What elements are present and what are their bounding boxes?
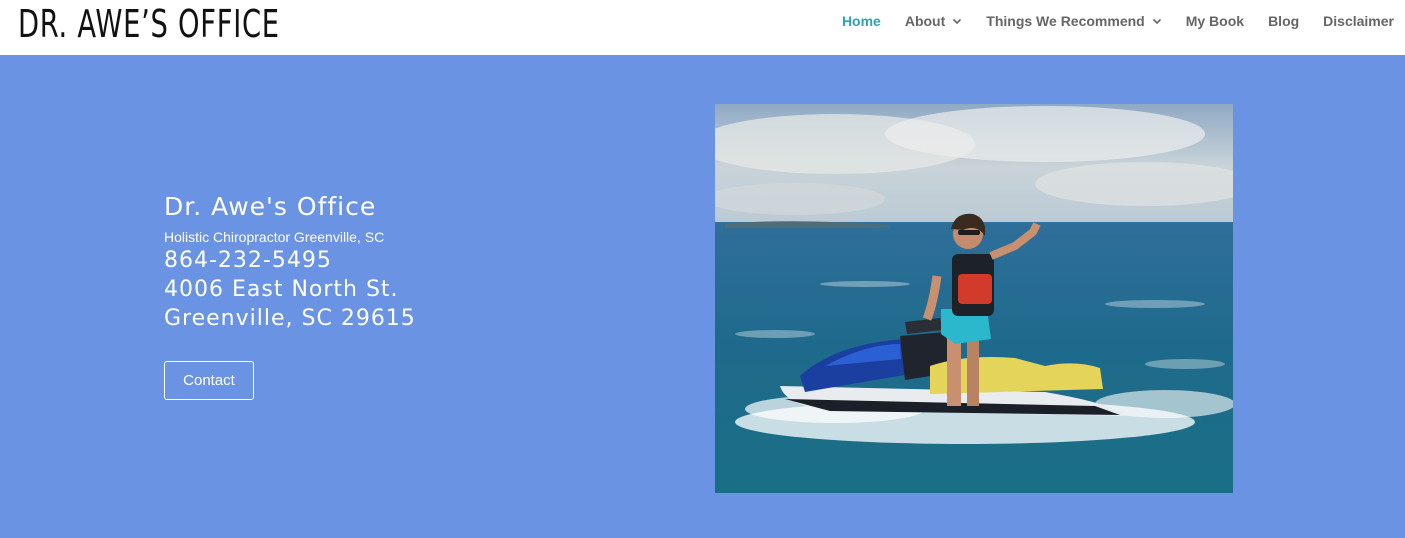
phone-number: 864-232-5495	[164, 248, 332, 273]
nav-item-label: Blog	[1268, 13, 1300, 29]
nav-item-disclaimer[interactable]: Disclaimer	[1323, 13, 1394, 29]
main-nav: Home About Things We Recommend My Book B…	[818, 11, 1394, 31]
nav-item-things-we-recommend[interactable]: Things We Recommend	[986, 13, 1161, 29]
contact-button[interactable]: Contact	[164, 361, 254, 400]
nav-item-label: Things We Recommend	[986, 13, 1145, 29]
address-line-1: 4006 East North St.	[164, 277, 399, 302]
nav-item-label: About	[904, 13, 946, 29]
jet-ski-photo	[715, 104, 1233, 493]
nav-item-blog[interactable]: Blog	[1268, 13, 1299, 29]
address-line-2: Greenville, SC 29615	[164, 306, 416, 331]
hero-subtitle: Holistic Chiropractor Greenville, SC	[164, 229, 385, 245]
nav-item-home[interactable]: Home	[842, 13, 881, 29]
hero-section: Dr. Awe's Office Holistic Chiropractor G…	[0, 55, 1405, 538]
chevron-down-icon	[952, 16, 962, 26]
hero-text-block: Dr. Awe's Office Holistic Chiropractor G…	[164, 191, 416, 333]
site-header: DR. AWE’S OFFICE Home About Things We Re…	[0, 0, 1405, 55]
nav-item-label: Disclaimer	[1323, 13, 1394, 29]
site-logo[interactable]: DR. AWE’S OFFICE	[18, 3, 280, 45]
nav-item-about[interactable]: About	[905, 13, 962, 29]
nav-item-label: My Book	[1185, 13, 1245, 29]
chevron-down-icon	[1152, 16, 1162, 26]
nav-item-label: Home	[841, 13, 881, 29]
nav-item-my-book[interactable]: My Book	[1186, 13, 1244, 29]
hero-title: Dr. Awe's Office	[164, 192, 377, 221]
